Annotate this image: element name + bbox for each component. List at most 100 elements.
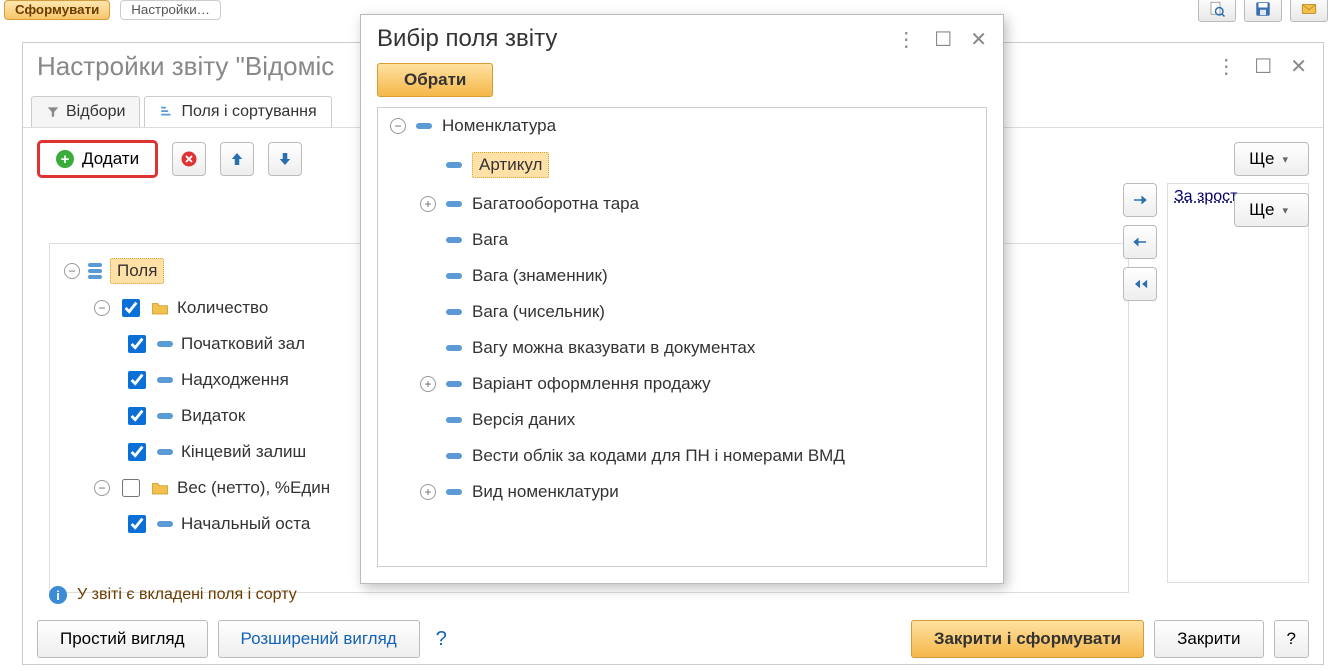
- modal-tree-item-label: Багатооборотна тара: [472, 194, 639, 214]
- tree-group-weight-label: Вес (нетто), %Един: [177, 478, 330, 498]
- modal-select-button[interactable]: Обрати: [377, 63, 493, 97]
- move-down-button[interactable]: [268, 142, 302, 176]
- tab-filters-label: Відбори: [66, 103, 125, 121]
- expander-placeholder: [420, 268, 436, 284]
- sort-icon: [159, 105, 175, 119]
- settings-button[interactable]: Настройки…: [120, 0, 221, 20]
- modal-tree-item[interactable]: Вага (знаменник): [420, 258, 986, 294]
- tree-item-label: Кінцевий залиш: [181, 442, 306, 462]
- tree-checkbox[interactable]: [122, 299, 140, 317]
- fields-more-label: Ще: [1249, 149, 1274, 169]
- modal-tree-root[interactable]: − Номенклатура: [390, 108, 986, 144]
- info-text: У звіті є вкладені поля і сорту: [77, 586, 297, 604]
- modal-tree-item[interactable]: Вагу можна вказувати в документах: [420, 330, 986, 366]
- move-left-button[interactable]: [1123, 225, 1157, 259]
- fields-stack-icon: [88, 263, 102, 279]
- field-dash-icon: [446, 453, 462, 459]
- modal-more-icon[interactable]: ⋮: [896, 27, 916, 52]
- modal-tree-item[interactable]: + Вид номенклатури: [420, 474, 986, 510]
- top-right-icons: [1198, 0, 1328, 22]
- modal-maximize-icon[interactable]: ☐: [934, 27, 952, 52]
- modal-tree-item-label: Вагу можна вказувати в документах: [472, 338, 755, 358]
- mail-icon-button[interactable]: [1290, 0, 1328, 22]
- field-dash-icon: [157, 520, 173, 528]
- tree-item-label: Видаток: [181, 406, 245, 426]
- expander-icon[interactable]: −: [94, 300, 110, 316]
- form-button[interactable]: Сформувати: [4, 0, 110, 20]
- modal-close-icon[interactable]: ✕: [970, 27, 987, 52]
- save-icon-button[interactable]: [1244, 0, 1282, 22]
- move-right-button[interactable]: [1123, 183, 1157, 217]
- expander-placeholder: [420, 448, 436, 464]
- modal-tree-item[interactable]: Вага (чисельник): [420, 294, 986, 330]
- expander-icon[interactable]: −: [64, 263, 80, 279]
- modal-tree-item[interactable]: + Багатооборотна тара: [420, 186, 986, 222]
- expander-icon[interactable]: +: [420, 484, 436, 500]
- modal-controls: ⋮ ☐ ✕: [896, 27, 987, 52]
- sort-more-label: Ще: [1249, 200, 1274, 220]
- arrow-right-icon: [1131, 191, 1149, 209]
- sort-more-button[interactable]: Ще ▾: [1234, 193, 1309, 227]
- tree-checkbox[interactable]: [122, 479, 140, 497]
- funnel-icon: [46, 105, 60, 119]
- tree-checkbox[interactable]: [128, 515, 146, 533]
- field-dash-icon: [446, 417, 462, 423]
- simple-view-button[interactable]: Простий вигляд: [37, 620, 208, 658]
- fields-more-button[interactable]: Ще ▾: [1234, 142, 1309, 176]
- expander-icon[interactable]: −: [390, 118, 406, 134]
- modal-tree-item[interactable]: Артикул: [420, 144, 986, 186]
- folder-icon: [151, 480, 169, 496]
- delete-button[interactable]: [172, 142, 206, 176]
- field-dash-icon: [157, 412, 173, 420]
- add-button-label: Додати: [82, 149, 139, 169]
- expander-icon[interactable]: +: [420, 196, 436, 212]
- extended-view-button[interactable]: Розширений вигляд: [218, 620, 420, 658]
- field-select-modal: Вибір поля звіту ⋮ ☐ ✕ Обрати − Номенкла…: [360, 14, 1004, 584]
- footer-help-button[interactable]: ?: [1274, 620, 1309, 658]
- field-dash-icon: [446, 489, 462, 495]
- tree-checkbox[interactable]: [128, 371, 146, 389]
- modal-tree-item[interactable]: Версія даних: [420, 402, 986, 438]
- settings-close-icon[interactable]: ✕: [1290, 54, 1307, 79]
- modal-tree-item-label: Вага (знаменник): [472, 266, 608, 286]
- sort-list[interactable]: За зрост…: [1167, 183, 1309, 583]
- expander-placeholder: [420, 304, 436, 320]
- modal-tree-wrap[interactable]: − Номенклатура Артикул + Багатооборотна та…: [377, 107, 987, 567]
- tree-item-label: Начальный оста: [181, 514, 310, 534]
- plus-icon: +: [56, 150, 74, 168]
- tab-filters[interactable]: Відбори: [31, 96, 140, 127]
- modal-title: Вибір поля звіту: [377, 25, 557, 53]
- modal-tree-item-label: Вага (чисельник): [472, 302, 605, 322]
- tree-checkbox[interactable]: [128, 407, 146, 425]
- add-button[interactable]: + Додати: [37, 140, 158, 178]
- help-icon[interactable]: ?: [430, 628, 453, 651]
- modal-tree-item[interactable]: + Варіант оформлення продажу: [420, 366, 986, 402]
- tab-fields-sort[interactable]: Поля і сортування: [144, 96, 331, 127]
- modal-tree-item-label: Вести облік за кодами для ПН і номерами …: [472, 446, 845, 466]
- tree-item-label: Початковий зал: [181, 334, 305, 354]
- settings-window-title: Настройки звіту "Відоміс: [37, 51, 334, 82]
- move-up-button[interactable]: [220, 142, 254, 176]
- mail-icon: [1300, 0, 1318, 18]
- move-all-left-button[interactable]: [1123, 267, 1157, 301]
- expander-placeholder: [420, 340, 436, 356]
- tab-fields-sort-label: Поля і сортування: [181, 103, 316, 121]
- modal-tree-item-label: Варіант оформлення продажу: [472, 374, 711, 394]
- magnifier-page-icon: [1208, 0, 1226, 18]
- settings-maximize-icon[interactable]: ☐: [1254, 54, 1272, 79]
- preview-icon-button[interactable]: [1198, 0, 1236, 22]
- settings-more-icon[interactable]: ⋮: [1216, 54, 1236, 79]
- field-dash-icon: [157, 448, 173, 456]
- close-and-form-button[interactable]: Закрити і сформувати: [911, 620, 1144, 658]
- field-dash-icon: [446, 201, 462, 207]
- close-button[interactable]: Закрити: [1154, 620, 1263, 658]
- modal-tree-item-label: Вид номенклатури: [472, 482, 619, 502]
- modal-tree-item[interactable]: Вести облік за кодами для ПН і номерами …: [420, 438, 986, 474]
- tree-checkbox[interactable]: [128, 443, 146, 461]
- field-dash-icon: [416, 123, 432, 129]
- expander-icon[interactable]: +: [420, 376, 436, 392]
- expander-icon[interactable]: −: [94, 480, 110, 496]
- modal-tree-item-label: Вага: [472, 230, 508, 250]
- modal-tree-item[interactable]: Вага: [420, 222, 986, 258]
- tree-checkbox[interactable]: [128, 335, 146, 353]
